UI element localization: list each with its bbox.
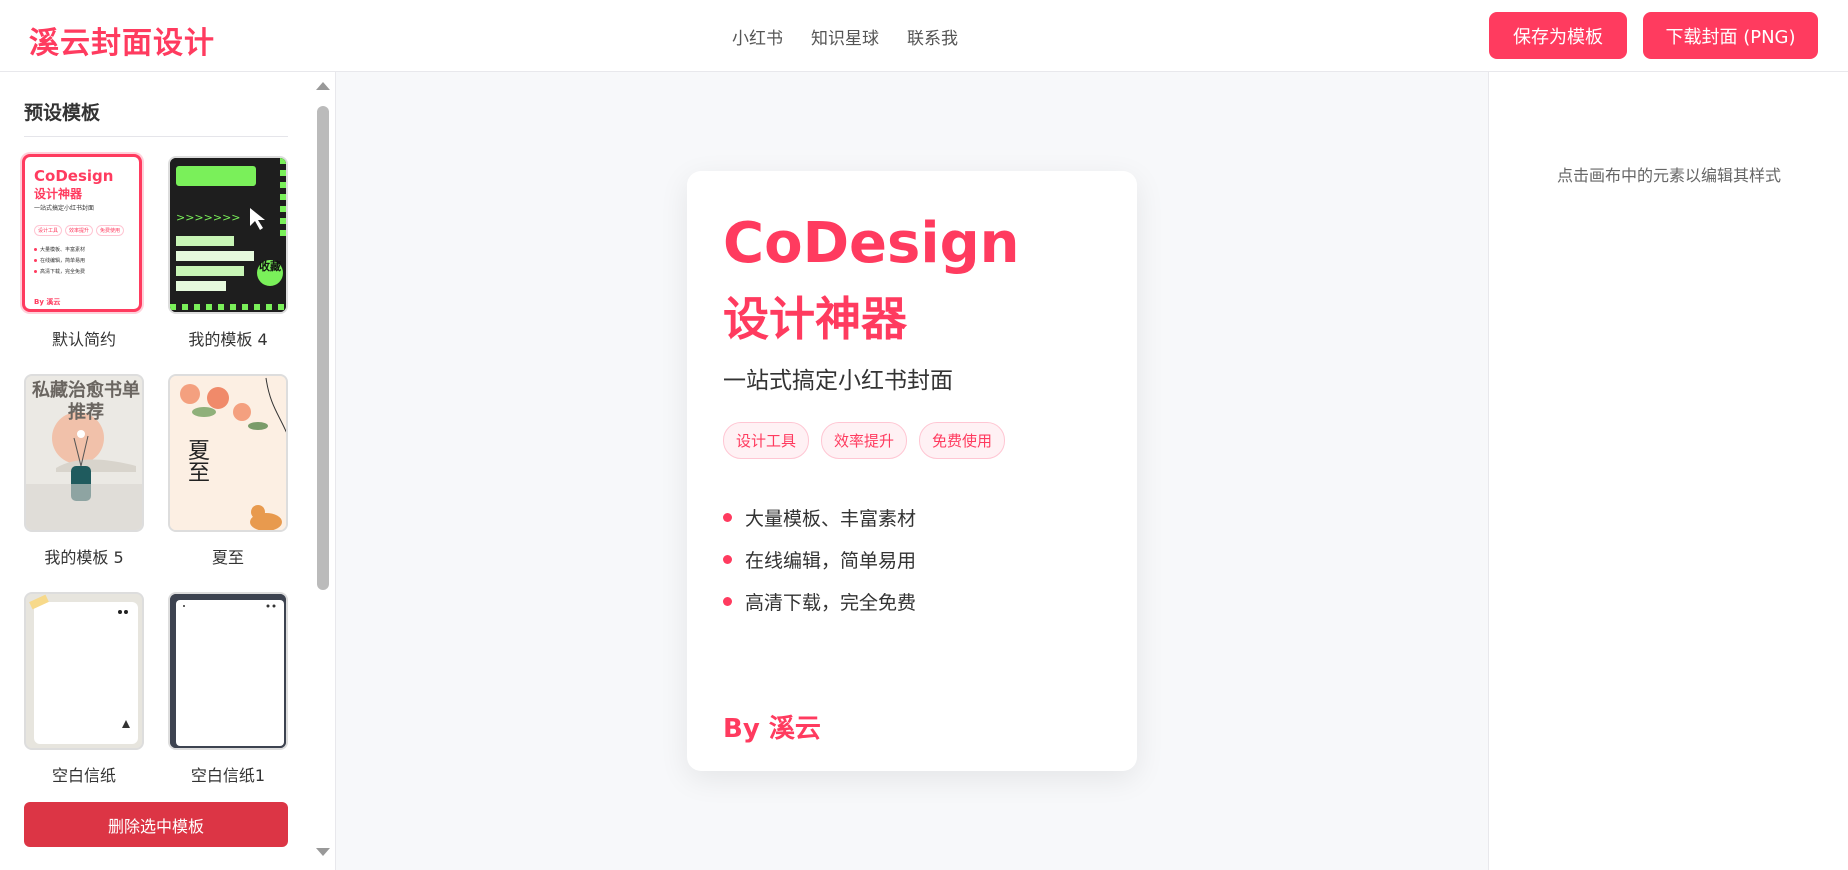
bullet-text: 在线编辑，简单易用 — [745, 549, 917, 572]
cover-title-line2[interactable]: 设计神器 — [723, 283, 907, 349]
scroll-down-arrow-icon[interactable] — [316, 848, 330, 856]
cover-author[interactable]: By 溪云 — [723, 708, 821, 745]
thumb-tag: 免费使用 — [96, 225, 125, 236]
thumb-artwork — [170, 594, 286, 748]
cover-bullet[interactable]: 高清下载，完全免费 — [723, 580, 916, 622]
top-nav: 小红书 知识星球 联系我 — [732, 24, 958, 49]
svg-text:至: 至 — [188, 461, 210, 486]
bullet-dot-icon — [723, 596, 732, 606]
sidebar-title: 预设模板 — [24, 102, 101, 124]
bullet-text: 大量模板、丰富素材 — [745, 507, 917, 530]
bullet-dot-icon — [723, 512, 732, 522]
cover-bullet[interactable]: 大量模板、丰富素材 — [723, 496, 916, 538]
thumb-subtitle: 设计神器 — [34, 187, 83, 201]
cover-tags: 设计工具 效率提升 免费使用 — [723, 422, 1006, 459]
template-label: 空白信纸 — [51, 766, 116, 785]
thumb-tagline: 一站式搞定小红书封面 — [34, 205, 95, 212]
cover-tag[interactable]: 效率提升 — [821, 422, 908, 459]
thumb-author: By 溪云 — [34, 298, 61, 306]
sidebar-scrollbar[interactable] — [313, 72, 333, 870]
style-editor-panel: 点击画布中的元素以编辑其样式 — [1488, 72, 1848, 870]
delete-template-button[interactable]: 删除选中模板 — [24, 802, 288, 847]
thumb-line: 在线编辑，简单易用 — [34, 257, 85, 264]
cover-canvas[interactable]: CoDesign 设计神器 一站式搞定小红书封面 设计工具 效率提升 免费使用 … — [687, 171, 1137, 771]
template-label: 夏至 — [211, 548, 244, 567]
cover-bullets: 大量模板、丰富素材 在线编辑，简单易用 高清下载，完全免费 — [723, 496, 916, 622]
editor-hint: 点击画布中的元素以编辑其样式 — [1556, 166, 1781, 185]
nav-xiaohongshu[interactable]: 小红书 — [732, 24, 783, 49]
template-thumb-my-4[interactable]: >>>>>>> 收藏 — [168, 156, 288, 314]
template-label: 默认简约 — [51, 330, 116, 349]
scroll-up-arrow-icon[interactable] — [316, 82, 330, 90]
thumb-title: 私藏治愈书单推荐 — [32, 380, 140, 423]
save-template-button[interactable]: 保存为模板 — [1489, 12, 1627, 59]
bullet-dot-icon — [723, 554, 732, 564]
download-cover-button[interactable]: 下载封面 (PNG) — [1643, 12, 1818, 59]
cover-bullet[interactable]: 在线编辑，简单易用 — [723, 538, 916, 580]
template-thumb-default[interactable]: CoDesign 设计神器 一站式搞定小红书封面 设计工具 效率提升 免费使用 … — [22, 154, 142, 312]
thumb-line: 大量模板、丰富素材 — [34, 246, 85, 253]
nav-contact[interactable]: 联系我 — [907, 24, 958, 49]
thumb-badge: 收藏 — [259, 260, 281, 273]
template-thumb-my-5[interactable]: 私藏治愈书单推荐 — [24, 374, 144, 532]
cover-subtitle[interactable]: 一站式搞定小红书封面 — [723, 361, 953, 395]
canvas-area: CoDesign 设计神器 一站式搞定小红书封面 设计工具 效率提升 免费使用 … — [337, 72, 1487, 870]
app-logo[interactable]: 溪云封面设计 — [29, 18, 215, 62]
template-thumb-summer[interactable]: 夏 至 — [168, 374, 288, 532]
template-label: 我的模板 5 — [44, 548, 124, 567]
thumb-title: CoDesign — [34, 167, 114, 185]
thumb-artwork: 夏 至 — [170, 376, 286, 530]
nav-knowledge-planet[interactable]: 知识星球 — [811, 24, 879, 49]
template-label: 空白信纸1 — [190, 766, 266, 785]
bullet-text: 高清下载，完全免费 — [745, 591, 917, 614]
template-sidebar: 预设模板 CoDesign 设计神器 一站式搞定小红书封面 设计工具 效率提升 … — [0, 72, 336, 870]
svg-text:>>>>>>>: >>>>>>> — [176, 211, 241, 224]
scroll-thumb[interactable] — [317, 106, 329, 590]
thumb-line: 高清下载，完全免费 — [34, 268, 85, 275]
thumb-artwork: >>>>>>> — [170, 158, 286, 312]
sidebar-divider — [24, 136, 288, 137]
top-bar: 溪云封面设计 小红书 知识星球 联系我 保存为模板 下载封面 (PNG) — [0, 0, 1848, 72]
cover-title-line1[interactable]: CoDesign — [723, 211, 1020, 276]
thumb-artwork — [26, 594, 142, 748]
thumb-tag: 效率提升 — [65, 225, 94, 236]
template-label: 我的模板 4 — [188, 330, 268, 349]
cover-tag[interactable]: 免费使用 — [919, 422, 1006, 459]
thumb-tag: 设计工具 — [34, 225, 63, 236]
cover-tag[interactable]: 设计工具 — [723, 422, 810, 459]
template-thumb-blank-letter-1[interactable] — [168, 592, 288, 750]
template-thumb-blank-letter[interactable] — [24, 592, 144, 750]
